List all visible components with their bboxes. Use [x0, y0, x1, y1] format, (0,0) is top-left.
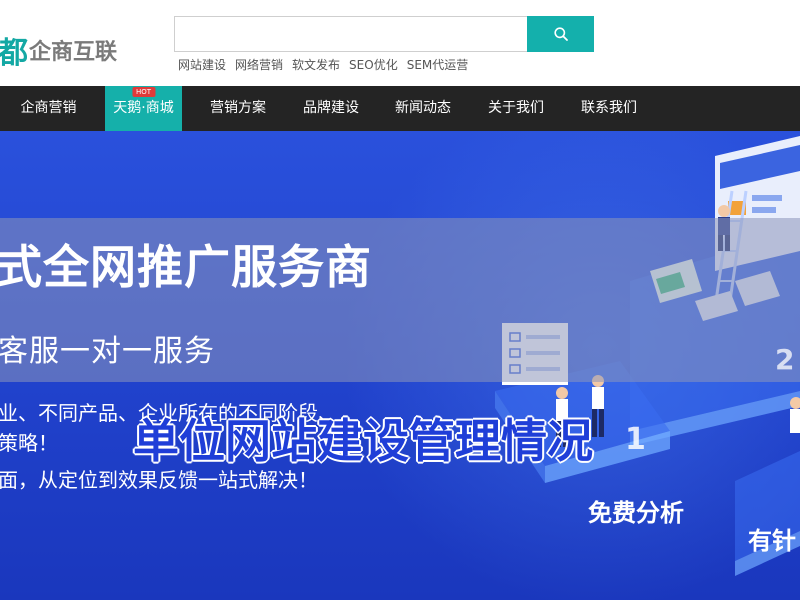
nav-item-news[interactable]: 新闻动态 [384, 86, 462, 131]
logo-text: 企商互联 [29, 40, 118, 65]
nav-item-label: 新闻动态 [395, 100, 451, 116]
watermark-caption: 单位网站建设管理情况 [133, 414, 593, 468]
nav-item-solutions[interactable]: 营销方案 [198, 86, 278, 131]
site-header: 都企商互联 网站建设 网络营销 软文发布 SEO优化 SEM代运营 [0, 0, 800, 86]
hero-banner[interactable]: 1 式全网推广服务商 客服一对一服务 业、不同产品、企业所在的不同阶段、 策略！… [0, 131, 800, 600]
main-nav: 企商营销 HOT 天鹅·商城 营销方案 品牌建设 新闻动态 关于我们 联系我们 [0, 86, 800, 131]
hot-keyword-link[interactable]: SEM代运营 [407, 56, 469, 73]
hot-keyword-link[interactable]: 网络营销 [235, 56, 283, 73]
nav-item-contact[interactable]: 联系我们 [570, 86, 648, 131]
banner-description-line: 策略！ [0, 431, 58, 455]
hot-keywords: 网站建设 网络营销 软文发布 SEO优化 SEM代运营 [178, 56, 468, 73]
logo-mark: 都 [0, 36, 28, 71]
hot-badge: HOT [131, 87, 156, 97]
nav-item-label: 企商营销 [20, 100, 77, 116]
nav-item-label: 天鹅·商城 [113, 100, 174, 116]
site-logo[interactable]: 都企商互联 [0, 28, 117, 72]
hot-keyword-link[interactable]: 软文发布 [292, 56, 340, 73]
nav-item-label: 关于我们 [488, 100, 544, 116]
nav-item-branding[interactable]: 品牌建设 [292, 86, 370, 131]
step-1-number: 1 [625, 422, 646, 457]
search-input[interactable] [174, 16, 528, 52]
search-bar [174, 16, 594, 52]
search-icon [553, 27, 568, 41]
nav-item-label: 营销方案 [210, 100, 266, 116]
step-3-label: 有针 [748, 527, 796, 555]
search-button[interactable] [527, 16, 594, 52]
step-2-label: 2 策 [775, 343, 800, 376]
banner-title: 式全网推广服务商 [0, 240, 372, 294]
hot-keyword-link[interactable]: SEO优化 [349, 56, 398, 73]
nav-item-mall[interactable]: HOT 天鹅·商城 [105, 86, 182, 131]
step-1-label: 免费分析 [588, 499, 684, 527]
banner-subtitle: 客服一对一服务 [0, 334, 215, 369]
nav-item-marketing[interactable]: 企商营销 [0, 86, 97, 131]
nav-item-label: 品牌建设 [303, 100, 359, 116]
hot-keyword-link[interactable]: 网站建设 [178, 56, 226, 73]
nav-item-label: 联系我们 [581, 100, 637, 116]
nav-item-about[interactable]: 关于我们 [477, 86, 555, 131]
